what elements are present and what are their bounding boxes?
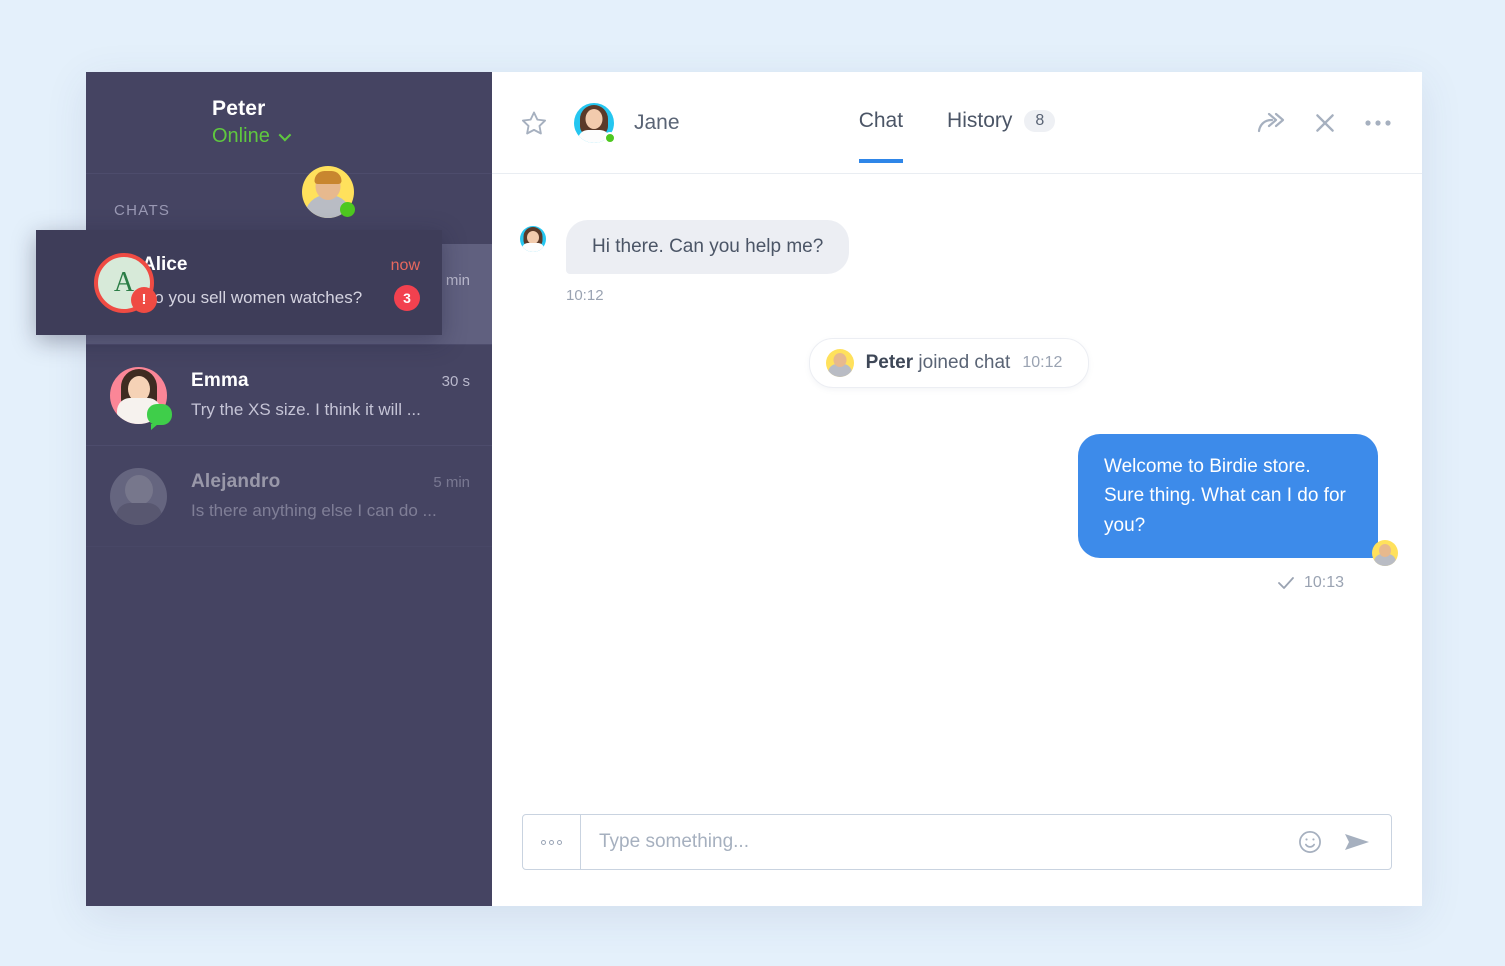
chat-application-window: Peter Online CHATS 1 min Emma 30 s Try t… bbox=[86, 72, 1422, 906]
system-message-author: Peter bbox=[865, 352, 914, 373]
more-icon[interactable] bbox=[1364, 118, 1392, 128]
avatar-jane-header bbox=[574, 102, 616, 144]
chat-row-text: Emma 30 s Try the XS size. I think it wi… bbox=[167, 370, 470, 420]
avatar-head bbox=[585, 108, 603, 129]
avatar-emma bbox=[110, 366, 172, 430]
notification-body: Alice now Do you sell women watches? 3 bbox=[142, 254, 442, 311]
system-message-pill: Peter joined chat 10:12 bbox=[808, 338, 1090, 388]
tab-chat[interactable]: Chat bbox=[858, 109, 904, 163]
chat-row-text: Alejandro 5 min Is there anything else I… bbox=[167, 471, 470, 521]
notification-message: Do you sell women watches? bbox=[142, 288, 363, 307]
chat-time: 5 min bbox=[433, 474, 470, 491]
chat-row-top: Emma 30 s bbox=[191, 370, 470, 392]
notification-bottom: Do you sell women watches? 3 bbox=[142, 285, 420, 311]
message-bubble: Hi there. Can you help me? bbox=[566, 220, 850, 274]
send-icon[interactable] bbox=[1343, 831, 1371, 853]
avatar-alice: A ! bbox=[94, 252, 157, 313]
chat-time: 30 s bbox=[441, 373, 470, 390]
avatar-body bbox=[522, 243, 544, 252]
avatar-image bbox=[1372, 540, 1398, 567]
notification-top: Alice now bbox=[142, 254, 420, 276]
system-message-text: Peter joined chat bbox=[866, 352, 1011, 374]
sidebar-item-alejandro[interactable]: Alejandro 5 min Is there anything else I… bbox=[86, 446, 492, 547]
notification-time: now bbox=[390, 257, 420, 274]
tab-history-label: History bbox=[947, 109, 1013, 132]
system-message-time: 10:12 bbox=[1022, 354, 1063, 371]
message-incoming: Hi there. Can you help me? bbox=[520, 220, 1378, 274]
message-timestamp: 10:12 bbox=[566, 287, 604, 304]
avatar-head bbox=[1379, 544, 1391, 558]
dot-icon bbox=[557, 839, 562, 845]
chat-name: Emma bbox=[191, 370, 249, 391]
message-input[interactable] bbox=[581, 815, 1297, 869]
avatar-peter-system bbox=[825, 349, 854, 377]
chat-bubble-badge-icon bbox=[147, 403, 172, 430]
composer bbox=[492, 814, 1422, 906]
sidebar-user-status[interactable]: Online bbox=[212, 125, 292, 148]
system-message-row: Peter joined chat 10:12 bbox=[520, 338, 1378, 388]
message-bubble: Welcome to Birdie store. Sure thing. Wha… bbox=[1078, 434, 1378, 559]
conversation-contact-name: Jane bbox=[634, 110, 680, 134]
dot-icon bbox=[549, 839, 554, 845]
avatar-peter-message bbox=[1372, 540, 1398, 567]
outgoing-message-meta: 10:13 bbox=[1278, 574, 1344, 592]
chat-name: Alejandro bbox=[191, 471, 281, 492]
chat-preview: Is there anything else I can do ... bbox=[191, 501, 437, 520]
messages-list: Hi there. Can you help me? 10:12 Peter j… bbox=[492, 174, 1422, 814]
message-outgoing: Welcome to Birdie store. Sure thing. Wha… bbox=[520, 434, 1398, 592]
conversation-panel: Jane Chat History 8 Hi there. Can you he… bbox=[492, 72, 1422, 906]
notification-unread-badge: 3 bbox=[394, 285, 420, 311]
chat-row-top: Alejandro 5 min bbox=[191, 471, 470, 493]
tab-history-badge: 8 bbox=[1024, 110, 1056, 132]
tab-chat-label: Chat bbox=[858, 109, 904, 132]
avatar-head bbox=[527, 230, 539, 244]
avatar-body bbox=[115, 502, 162, 525]
avatar-head bbox=[833, 353, 847, 368]
avatar-image bbox=[520, 226, 546, 252]
online-dot-icon bbox=[604, 131, 616, 144]
avatar-hair bbox=[314, 171, 342, 185]
avatar-jane-message bbox=[520, 226, 546, 252]
avatar-alejandro bbox=[110, 467, 167, 525]
close-icon[interactable] bbox=[1312, 110, 1338, 136]
notification-toast-alice[interactable]: A ! Alice now Do you sell women watches?… bbox=[36, 230, 442, 335]
dot-icon bbox=[541, 839, 546, 845]
conversation-header: Jane Chat History 8 bbox=[492, 72, 1422, 174]
forward-icon[interactable] bbox=[1256, 110, 1286, 136]
outgoing-message-time: 10:13 bbox=[1303, 574, 1344, 592]
sidebar-user-header[interactable]: Peter Online bbox=[86, 72, 492, 174]
outgoing-bubble-row: Welcome to Birdie store. Sure thing. Wha… bbox=[1078, 434, 1398, 567]
system-message-action: joined chat bbox=[918, 352, 1011, 373]
avatar-image bbox=[110, 467, 167, 525]
sidebar: Peter Online CHATS 1 min Emma 30 s Try t… bbox=[86, 72, 492, 906]
avatar-peter bbox=[302, 166, 355, 218]
avatar-head bbox=[124, 475, 153, 506]
alert-badge-icon: ! bbox=[131, 286, 157, 313]
avatar-image bbox=[825, 349, 854, 377]
online-dot-icon bbox=[340, 202, 355, 217]
tab-history[interactable]: History 8 bbox=[947, 109, 1056, 137]
emoji-icon[interactable] bbox=[1297, 829, 1323, 855]
chevron-down-icon[interactable] bbox=[278, 128, 292, 142]
sidebar-user-name: Peter bbox=[212, 96, 266, 120]
notification-name: Alice bbox=[142, 254, 188, 275]
composer-actions bbox=[1297, 815, 1391, 869]
attachments-button[interactable] bbox=[523, 815, 581, 869]
star-icon[interactable] bbox=[520, 109, 548, 137]
composer-box bbox=[522, 814, 1392, 870]
status-label: Online bbox=[212, 125, 270, 148]
screen: Peter Online CHATS 1 min Emma 30 s Try t… bbox=[0, 0, 1505, 966]
chat-preview: Try the XS size. I think it will ... bbox=[191, 400, 421, 419]
header-actions bbox=[1256, 110, 1392, 136]
sidebar-item-emma[interactable]: Emma 30 s Try the XS size. I think it wi… bbox=[86, 345, 492, 446]
check-icon bbox=[1278, 577, 1294, 590]
